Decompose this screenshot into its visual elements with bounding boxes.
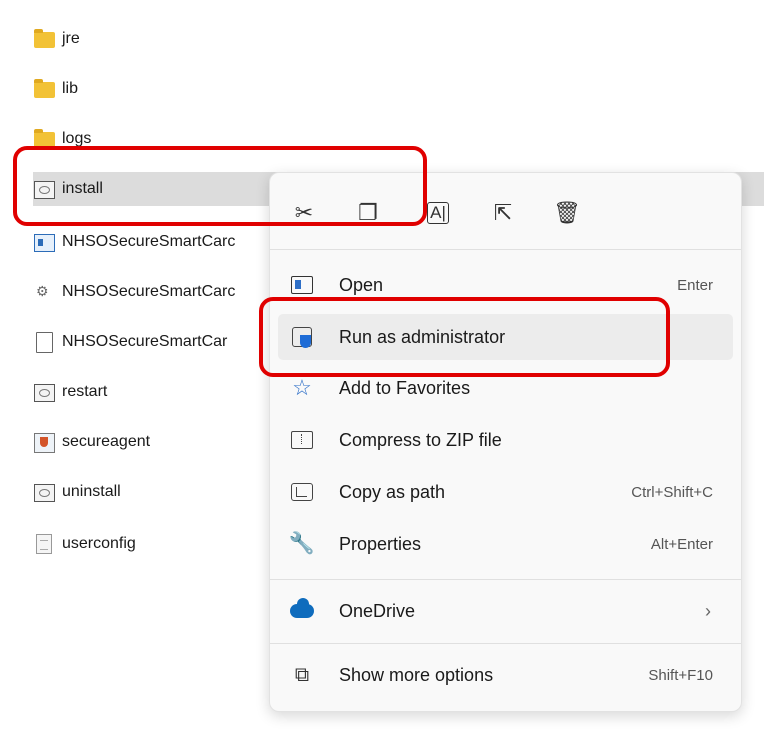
text-file-icon [33, 533, 55, 555]
admin-shield-icon [290, 325, 314, 349]
file-name: logs [62, 130, 92, 147]
divider [270, 579, 741, 580]
menu-item-label: Compress to ZIP file [339, 429, 502, 450]
file-name: lib [62, 80, 79, 97]
file-name: NHSOSecureSmartCarc [62, 283, 236, 300]
file-row-logs[interactable]: logs [33, 122, 733, 156]
delete-button[interactable]: 🗑 [549, 195, 585, 231]
file-row-lib[interactable]: lib [33, 72, 733, 106]
menu-item-run-as-administrator[interactable]: Run as administrator [278, 314, 733, 360]
file-name: uninstall [62, 483, 121, 500]
file-name: userconfig [62, 535, 136, 552]
share-icon: ⇱ [493, 200, 513, 225]
trash-icon: 🗑 [553, 200, 581, 225]
rename-icon: A| [427, 202, 449, 224]
scissors-icon: ✂ [294, 200, 314, 225]
file-name: install [62, 180, 103, 197]
file-name: secureagent [62, 433, 151, 450]
menu-item-compress-zip[interactable]: Compress to ZIP file [278, 417, 733, 463]
menu-item-label: Run as administrator [339, 326, 506, 347]
file-name: jre [62, 30, 80, 47]
menu-item-label: OneDrive [339, 600, 416, 621]
folder-icon [33, 28, 55, 50]
quick-actions-bar: ✂ ❐ A| ⇱ 🗑 [270, 173, 741, 249]
menu-item-label: Copy as path [339, 481, 446, 502]
menu-item-label: Open [339, 274, 384, 295]
divider [270, 249, 741, 250]
share-button[interactable]: ⇱ [485, 195, 521, 231]
chevron-right-icon: › [705, 600, 711, 621]
menu-item-shortcut: Alt+Enter [650, 535, 713, 553]
application-icon [33, 231, 55, 253]
menu-item-shortcut: Ctrl+Shift+C [631, 483, 713, 501]
menu-item-show-more-options[interactable]: ⧉ Show more options Shift+F10 [278, 652, 733, 698]
config-file-icon: ⚙ [36, 283, 49, 299]
onedrive-cloud-icon [290, 598, 314, 623]
copy-path-icon [290, 480, 314, 504]
menu-item-label: Show more options [339, 664, 494, 685]
menu-item-properties[interactable]: 🔧 Properties Alt+Enter [278, 521, 733, 567]
file-name: NHSOSecureSmartCarc [62, 233, 236, 250]
copy-icon: ❐ [358, 200, 378, 225]
batch-file-icon [33, 178, 55, 200]
open-icon [290, 273, 314, 297]
menu-item-open[interactable]: Open Enter [278, 262, 733, 308]
menu-item-add-to-favorites[interactable]: ☆ Add to Favorites [278, 365, 733, 411]
menu-item-copy-as-path[interactable]: Copy as path Ctrl+Shift+C [278, 469, 733, 515]
batch-file-icon [33, 481, 55, 503]
context-menu: ✂ ❐ A| ⇱ 🗑 Open Enter Run as administrat… [269, 172, 742, 712]
copy-button[interactable]: ❐ [350, 195, 386, 231]
star-icon: ☆ [292, 375, 312, 400]
show-more-icon: ⧉ [294, 663, 310, 686]
file-name: NHSOSecureSmartCar [62, 333, 228, 350]
file-row-jre[interactable]: jre [33, 22, 733, 56]
java-file-icon [33, 431, 55, 453]
cut-button[interactable]: ✂ [286, 195, 322, 231]
rename-button[interactable]: A| [420, 195, 456, 231]
zip-icon [290, 428, 314, 452]
menu-item-label: Properties [339, 533, 422, 554]
folder-icon [33, 78, 55, 100]
menu-item-onedrive[interactable]: OneDrive › [278, 588, 733, 634]
divider [270, 643, 741, 644]
folder-icon [33, 128, 55, 150]
blank-file-icon [33, 331, 55, 353]
file-name: restart [62, 383, 108, 400]
menu-item-label: Add to Favorites [339, 377, 471, 398]
menu-item-shortcut: Enter [677, 276, 713, 294]
properties-wrench-icon: 🔧 [288, 532, 316, 555]
batch-file-icon [33, 381, 55, 403]
menu-item-shortcut: Shift+F10 [648, 666, 713, 684]
